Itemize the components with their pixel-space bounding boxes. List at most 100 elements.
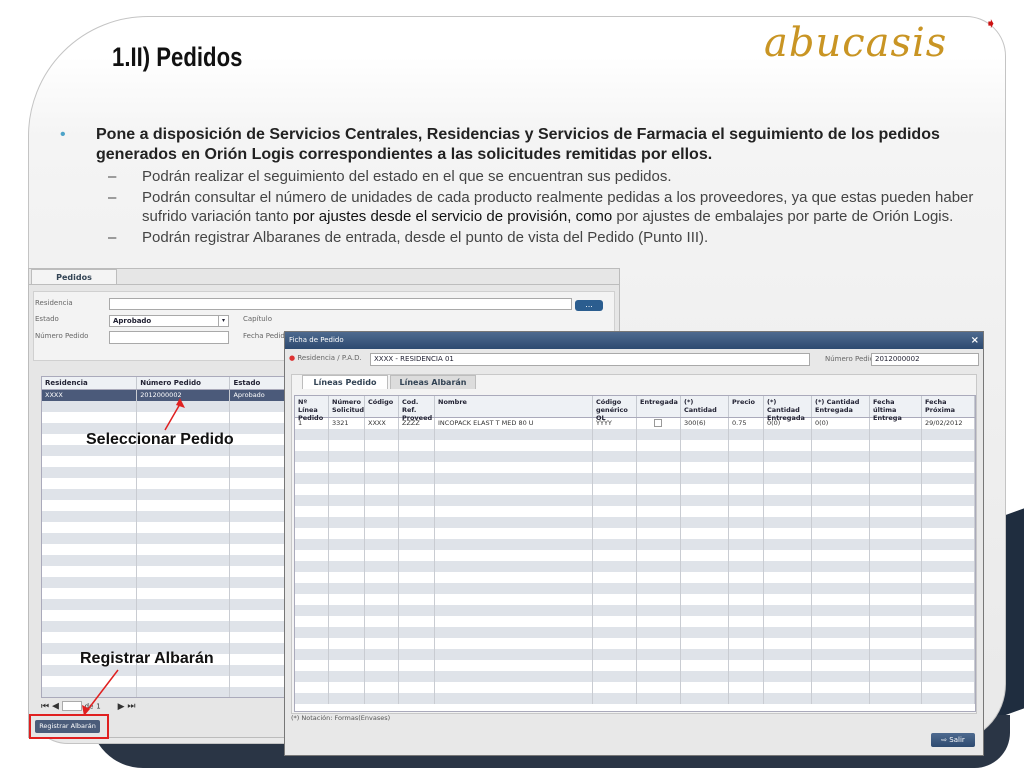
column-header[interactable]: Cod. Ref. Proveed xyxy=(399,396,435,422)
column-header[interactable]: Entregada xyxy=(637,396,681,417)
salir-label: Salir xyxy=(949,736,965,744)
column-header[interactable]: Precio xyxy=(729,396,764,417)
table-row[interactable] xyxy=(295,616,975,627)
table-row[interactable] xyxy=(42,555,290,566)
last-page-icon[interactable]: ⏭ xyxy=(127,702,135,712)
table-row[interactable] xyxy=(295,440,975,451)
table-row[interactable] xyxy=(42,500,290,511)
table-row[interactable] xyxy=(42,621,290,632)
table-row[interactable] xyxy=(42,478,290,489)
table-row[interactable] xyxy=(295,572,975,583)
next-page-icon[interactable]: ▶ xyxy=(118,702,125,712)
next-arrow-icon[interactable]: ➧ xyxy=(985,16,997,32)
column-header[interactable]: (*) Cantidad xyxy=(681,396,729,417)
table-cell xyxy=(137,577,231,588)
column-header[interactable]: Estado xyxy=(230,377,290,389)
table-row[interactable] xyxy=(42,588,290,599)
column-header[interactable]: Fecha Próxima xyxy=(922,396,975,417)
tab-lineas-pedido[interactable]: Líneas Pedido xyxy=(302,375,388,389)
table-row[interactable] xyxy=(42,676,290,687)
table-row[interactable] xyxy=(295,451,975,462)
table-row[interactable] xyxy=(42,412,290,423)
table-row[interactable] xyxy=(295,462,975,473)
table-row[interactable] xyxy=(295,517,975,528)
table-cell xyxy=(593,550,637,561)
residencia-pad-field[interactable]: XXXX - RESIDENCIA 01 xyxy=(370,353,810,366)
residencia-input[interactable] xyxy=(109,298,572,310)
residencia-lookup-button[interactable]: ... xyxy=(575,300,603,311)
table-row[interactable] xyxy=(295,605,975,616)
page-input[interactable] xyxy=(61,701,82,711)
table-cell xyxy=(42,500,138,511)
table-row[interactable] xyxy=(295,539,975,550)
table-row[interactable] xyxy=(42,566,290,577)
table-cell xyxy=(230,676,290,687)
column-header[interactable]: Código genérico OL xyxy=(593,396,637,422)
table-row[interactable] xyxy=(295,660,975,671)
table-cell xyxy=(812,462,870,473)
table-row[interactable] xyxy=(295,528,975,539)
table-row[interactable] xyxy=(295,693,975,704)
salir-button[interactable]: ⇨ Salir xyxy=(931,733,975,747)
chevron-down-icon[interactable]: ▾ xyxy=(218,316,228,326)
table-cell xyxy=(922,660,975,671)
table-row[interactable] xyxy=(42,687,290,697)
table-row[interactable]: XXXX 2012000002 Aprobado xyxy=(42,390,290,401)
tab-lineas-albaran[interactable]: Líneas Albarán xyxy=(390,375,476,389)
table-cell xyxy=(137,632,231,643)
table-row[interactable] xyxy=(295,550,975,561)
prev-page-icon[interactable]: ◀ xyxy=(52,702,59,712)
table-row[interactable] xyxy=(42,489,290,500)
table-row[interactable] xyxy=(295,429,975,440)
table-row[interactable] xyxy=(295,671,975,682)
column-header[interactable]: Residencia xyxy=(42,377,138,389)
column-header[interactable]: Nombre xyxy=(435,396,593,417)
table-row[interactable] xyxy=(295,627,975,638)
table-row[interactable] xyxy=(42,533,290,544)
numero-pedido-input[interactable] xyxy=(109,331,229,344)
table-cell xyxy=(764,462,812,473)
table-row[interactable] xyxy=(295,484,975,495)
table-cell xyxy=(681,484,729,495)
column-header[interactable]: Número Solicitud xyxy=(329,396,365,417)
numero-pedido-field[interactable]: 2012000002 xyxy=(871,353,979,366)
column-header[interactable]: Código xyxy=(365,396,399,417)
close-icon[interactable]: × xyxy=(971,332,979,349)
table-row[interactable] xyxy=(295,473,975,484)
table-row[interactable] xyxy=(42,544,290,555)
table-cell xyxy=(399,506,435,517)
first-page-icon[interactable]: ⏮ xyxy=(41,702,49,712)
bullet-list: • Pone a disposición de Servicios Centra… xyxy=(60,125,980,247)
column-header[interactable]: (*) Cantidad Entregada xyxy=(812,396,870,417)
table-row[interactable] xyxy=(42,467,290,478)
table-row[interactable] xyxy=(42,632,290,643)
table-row[interactable]: 1 3321 XXXX ZZZZ INCOPACK ELAST T MED 80 U YY… xyxy=(295,418,975,429)
table-row[interactable] xyxy=(42,401,290,412)
table-row[interactable] xyxy=(42,456,290,467)
table-row[interactable] xyxy=(42,610,290,621)
table-row[interactable] xyxy=(42,511,290,522)
column-header[interactable]: Nº Línea Pedido xyxy=(295,396,329,422)
table-row[interactable] xyxy=(42,522,290,533)
table-cell xyxy=(365,561,399,572)
table-row[interactable] xyxy=(42,577,290,588)
table-row[interactable] xyxy=(42,599,290,610)
table-row[interactable] xyxy=(295,583,975,594)
table-row[interactable] xyxy=(295,594,975,605)
table-cell xyxy=(42,511,138,522)
table-row[interactable] xyxy=(295,495,975,506)
table-row[interactable] xyxy=(295,649,975,660)
table-row[interactable] xyxy=(295,506,975,517)
tab-pedidos[interactable]: Pedidos xyxy=(31,269,117,285)
table-cell xyxy=(42,533,138,544)
estado-select[interactable]: Aprobado ▾ xyxy=(109,315,229,327)
entregada-checkbox[interactable] xyxy=(654,419,662,427)
table-row[interactable] xyxy=(295,561,975,572)
table-cell xyxy=(729,429,764,440)
table-row[interactable] xyxy=(295,638,975,649)
table-cell xyxy=(435,550,593,561)
table-row[interactable] xyxy=(295,682,975,693)
column-header[interactable]: Número Pedido xyxy=(137,377,231,389)
column-header[interactable]: (*) Cantidad Entregada xyxy=(764,396,812,422)
column-header[interactable]: Fecha última Entrega xyxy=(870,396,922,422)
